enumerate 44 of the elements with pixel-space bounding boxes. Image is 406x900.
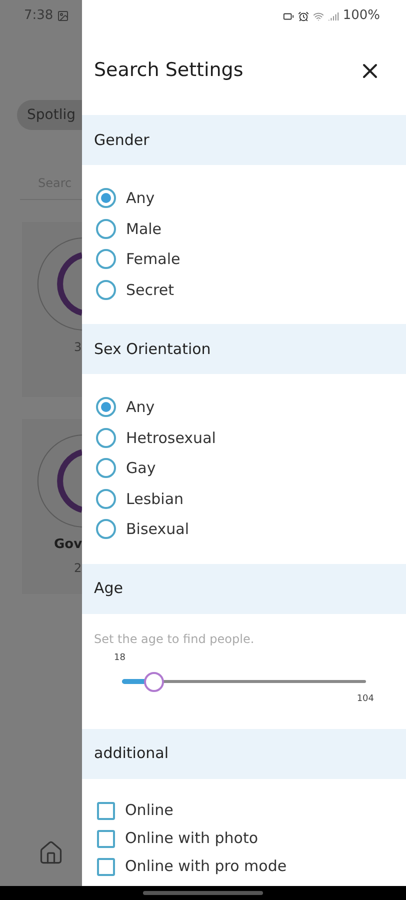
radio-label: Male [126, 218, 162, 240]
hint-text: Set the age to find people. [94, 630, 256, 648]
checkbox[interactable] [97, 858, 115, 876]
home-icon[interactable] [38, 840, 64, 866]
radio-label: Lesbian [126, 488, 184, 510]
radio-button[interactable] [96, 218, 116, 239]
drawer-title: Search Settings [94, 58, 244, 83]
section-title: Age [94, 578, 124, 600]
section-title: Sex Orientation [94, 338, 211, 360]
radio-button[interactable] [96, 428, 116, 448]
radio-button[interactable] [96, 397, 116, 418]
chip-label: Spotlig [27, 106, 76, 124]
max-value: 104 [356, 693, 374, 706]
battery-saver-icon [282, 10, 294, 22]
slider-thumb[interactable] [144, 672, 164, 692]
card-name: Gov [54, 536, 82, 554]
checkbox-label: Online [125, 800, 174, 822]
section-title: additional [94, 743, 168, 764]
radio-button[interactable] [96, 188, 116, 208]
wifi-icon [312, 10, 324, 22]
section-title: Gender [94, 130, 150, 151]
status-time: 7:38 [24, 7, 54, 26]
radio-button[interactable] [96, 458, 116, 478]
checkbox-label: Online with pro mode [125, 856, 287, 878]
card-count: 3 [74, 339, 82, 356]
radio-label: Any [126, 188, 155, 209]
alarm-icon [298, 10, 309, 22]
checkbox-label: Online with photo [125, 828, 258, 850]
min-value: 18 [114, 652, 126, 664]
radio-label: Bisexual [126, 519, 189, 540]
radio-button[interactable] [96, 249, 116, 270]
radio-button[interactable] [96, 280, 116, 300]
radio-label: Female [126, 249, 180, 270]
radio-label: Hetrosexual [126, 428, 216, 448]
gallery-icon [57, 10, 70, 22]
radio-label: Secret [126, 280, 174, 300]
checkbox[interactable] [97, 830, 115, 848]
card-count: 2 [74, 560, 82, 576]
battery-level: 100% [342, 7, 380, 26]
radio-button[interactable] [96, 488, 116, 509]
radio-label: Any [126, 397, 155, 418]
radio-button[interactable] [96, 519, 116, 540]
checkbox[interactable] [97, 802, 115, 820]
radio-label: Gay [126, 458, 156, 479]
